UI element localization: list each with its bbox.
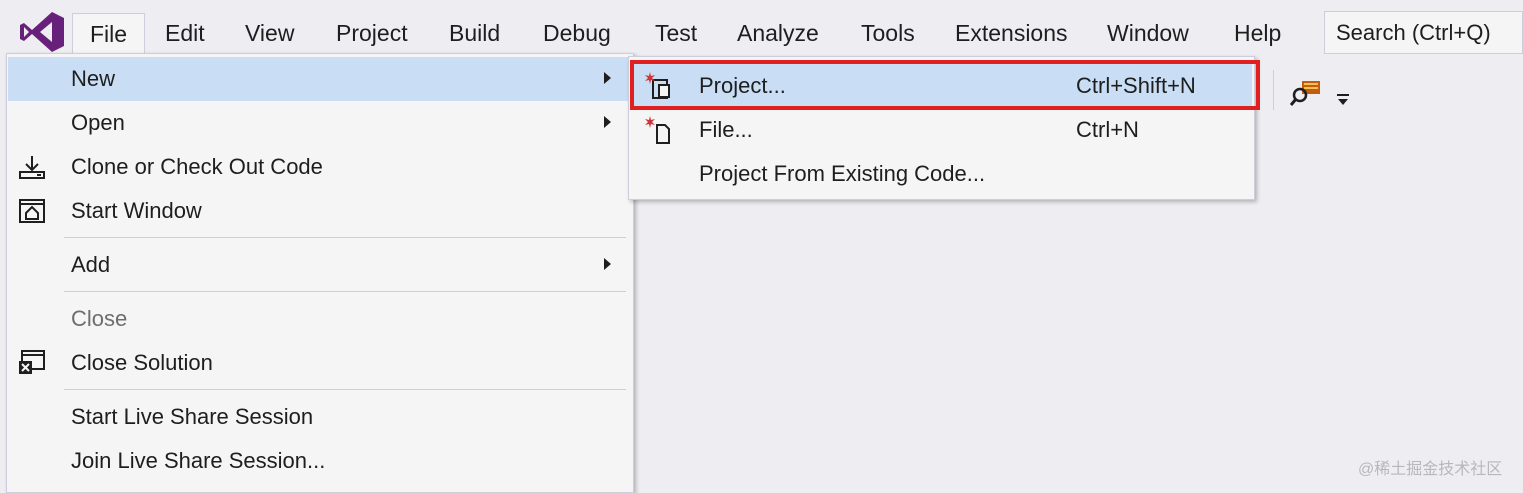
download-icon	[19, 156, 45, 179]
submenu-arrow-icon	[604, 258, 611, 270]
menu-test[interactable]: Test	[638, 13, 714, 53]
menu-separator	[64, 237, 626, 238]
menu-help[interactable]: Help	[1217, 13, 1298, 53]
file-menu-item-join-live-share[interactable]: Join Live Share Session...	[8, 439, 632, 483]
menu-item-shortcut: Ctrl+N	[1076, 117, 1139, 142]
menu-item-label: File...	[699, 117, 753, 142]
menu-item-label: Close Solution	[71, 350, 213, 375]
menu-edit[interactable]: Edit	[148, 13, 222, 53]
submenu-arrow-icon	[604, 72, 611, 84]
file-menu-item-add[interactable]: Add	[8, 243, 632, 287]
file-menu-item-start-live-share[interactable]: Start Live Share Session	[8, 395, 632, 439]
new-file-icon	[645, 116, 670, 144]
new-submenu-item-from-existing[interactable]: Project From Existing Code...	[631, 152, 1252, 196]
menu-item-label: Start Live Share Session	[71, 404, 314, 429]
menu-separator	[64, 291, 626, 292]
file-menu-item-open[interactable]: Open	[8, 101, 632, 145]
close-solution-icon	[19, 350, 45, 374]
new-submenu-item-file[interactable]: File... Ctrl+N	[631, 108, 1252, 152]
menu-bar: File Edit View Project Build Debug Test …	[0, 0, 1523, 56]
highlight-callout-box	[630, 60, 1260, 110]
file-menu-item-clone[interactable]: Clone or Check Out Code	[8, 145, 632, 189]
file-menu-item-close: Close	[8, 297, 632, 341]
menu-item-label: Add	[71, 252, 111, 277]
menu-tools[interactable]: Tools	[844, 13, 932, 53]
menu-item-label: New	[71, 66, 116, 91]
search-input[interactable]: Search (Ctrl+Q)	[1324, 11, 1523, 54]
menu-analyze[interactable]: Analyze	[720, 13, 836, 53]
menu-item-label: Close	[71, 306, 128, 331]
menu-item-label: Clone or Check Out Code	[71, 154, 323, 179]
menu-debug[interactable]: Debug	[526, 13, 628, 53]
menu-separator	[64, 389, 626, 390]
menu-item-label: Project From Existing Code...	[699, 161, 986, 186]
file-menu-item-new[interactable]: New	[8, 57, 632, 101]
visual-studio-logo-icon[interactable]	[18, 10, 66, 54]
menu-build[interactable]: Build	[432, 13, 517, 53]
watermark: @稀土掘金技术社区	[1358, 461, 1503, 478]
menu-item-label: Start Window	[71, 198, 202, 223]
menu-extensions[interactable]: Extensions	[938, 13, 1085, 53]
submenu-arrow-icon	[604, 116, 611, 128]
menu-item-label: Join Live Share Session...	[71, 448, 326, 473]
file-menu-item-close-solution[interactable]: Close Solution	[8, 341, 632, 385]
menu-window[interactable]: Window	[1090, 13, 1206, 53]
menu-file[interactable]: File	[72, 13, 146, 56]
menu-item-label: Open	[71, 110, 125, 135]
home-window-icon	[19, 199, 45, 223]
menu-project[interactable]: Project	[319, 13, 425, 53]
file-menu-dropdown: New Open Clone or Check Out Code Start W…	[6, 53, 634, 493]
file-menu-item-start-window[interactable]: Start Window	[8, 189, 632, 233]
menu-view[interactable]: View	[228, 13, 311, 53]
find-in-files-icon[interactable]	[1290, 75, 1324, 109]
toolbar-separator	[1273, 70, 1274, 110]
toolbar-overflow-icon[interactable]	[1336, 90, 1350, 108]
